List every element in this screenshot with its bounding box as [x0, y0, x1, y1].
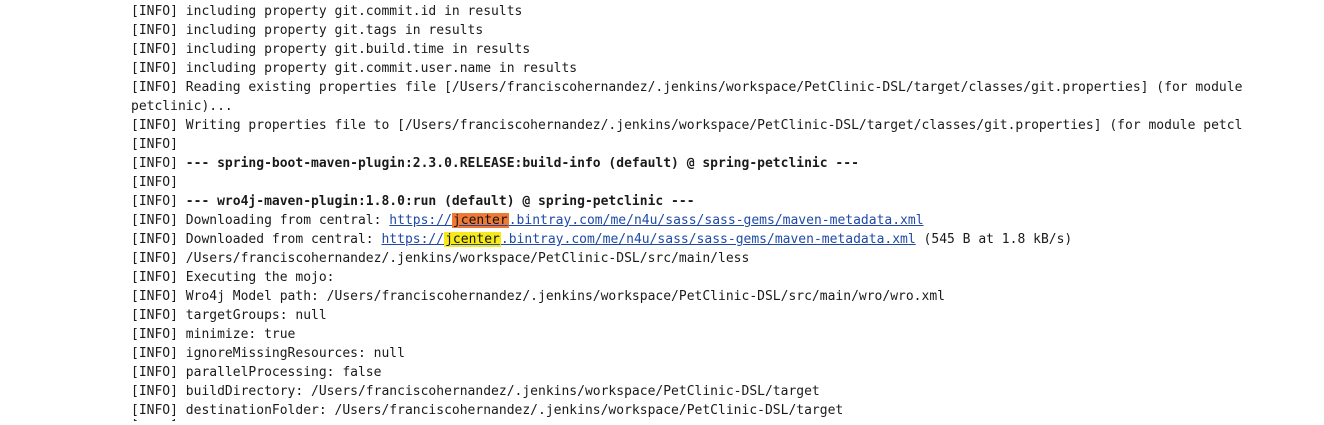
log-level-prefix: [INFO]	[131, 232, 186, 247]
log-line: [INFO] targetGroups: null	[131, 306, 1324, 325]
plugin-header: --- spring-boot-maven-plugin:2.3.0.RELEA…	[185, 156, 859, 171]
log-level-prefix: [INFO]	[131, 137, 186, 152]
log-line: [INFO] including property git.build.time…	[131, 40, 1324, 59]
log-line: [INFO] Wro4j Model path: /Users/francisc…	[131, 287, 1324, 306]
log-line: [INFO] --- spring-boot-maven-plugin:2.3.…	[131, 154, 1324, 173]
log-message: Downloading from central:	[185, 213, 390, 228]
log-level-prefix: [INFO]	[131, 308, 186, 323]
log-level-prefix: [INFO]	[131, 346, 186, 361]
log-level-prefix: [INFO]	[131, 289, 186, 304]
log-message: Reading existing properties file [/Users…	[185, 80, 1243, 95]
log-message-wrapped: petclinic)...	[131, 99, 233, 114]
maven-metadata-link[interactable]: https://jcenter.bintray.com/me/n4u/sass/…	[389, 213, 924, 228]
log-message: Executing the mojo:	[185, 270, 335, 285]
log-line: [INFO] minimize: true	[131, 325, 1324, 344]
log-message: buildDirectory: /Users/franciscohernande…	[185, 384, 820, 399]
log-line: [INFO] --- wro4j-maven-plugin:1.8.0:run …	[131, 192, 1324, 211]
log-line: [INFO] parallelProcessing: false	[131, 363, 1324, 382]
log-line: [INFO] Executing the mojo:	[131, 268, 1324, 287]
link-scheme: https://	[389, 213, 452, 228]
log-message: Downloaded from central:	[185, 232, 382, 247]
log-line: [INFO]	[131, 135, 1324, 154]
log-line: [INFO] Reading existing properties file …	[131, 78, 1324, 97]
log-level-prefix: [INFO]	[131, 80, 186, 95]
log-level-prefix: [INFO]	[131, 213, 186, 228]
log-line: [INFO] including property git.tags in re…	[131, 21, 1324, 40]
log-level-prefix: [INFO]	[131, 384, 186, 399]
log-line: [INFO] Writing properties file to [/User…	[131, 116, 1324, 135]
log-level-prefix: [INFO]	[131, 251, 186, 266]
link-scheme: https://	[381, 232, 445, 247]
log-level-prefix: [INFO]	[131, 194, 186, 209]
maven-metadata-link[interactable]: https://jcenter.bintray.com/me/n4u/sass/…	[381, 232, 916, 247]
log-line: [INFO] including property git.commit.use…	[131, 59, 1324, 78]
log-message: Writing properties file to [/Users/franc…	[185, 118, 1243, 133]
log-level-prefix: [INFO]	[131, 61, 186, 76]
console-output: [INFO] including property git.commit.id …	[131, 2, 1324, 420]
plugin-header: --- wro4j-maven-plugin:1.8.0:run (defaul…	[185, 194, 695, 209]
log-line: [INFO] ignoreMissingResources: null	[131, 344, 1324, 363]
log-message: destinationFolder: /Users/franciscoherna…	[185, 403, 844, 418]
log-level-prefix: [INFO]	[131, 327, 186, 342]
log-line-continuation: petclinic)...	[131, 97, 1324, 116]
log-message: targetGroups: null	[185, 308, 327, 323]
search-highlight: jcenter	[444, 232, 501, 247]
log-level-prefix: [INFO]	[131, 4, 186, 19]
log-line: [INFO]	[131, 173, 1324, 192]
log-line: [INFO] Downloading from central: https:/…	[131, 211, 1324, 230]
log-line: [INFO] Downloaded from central: https://…	[131, 230, 1324, 249]
log-message: Wro4j Model path: /Users/franciscohernan…	[185, 289, 945, 304]
log-level-prefix: [INFO]	[131, 365, 186, 380]
log-message: /Users/franciscohernandez/.jenkins/works…	[185, 251, 750, 266]
log-message: minimize: true	[185, 327, 296, 342]
log-message: including property git.commit.id in resu…	[185, 4, 523, 19]
log-message: including property git.build.time in res…	[185, 42, 531, 57]
log-line: [INFO] destinationFolder: /Users/francis…	[131, 401, 1324, 420]
log-level-prefix: [INFO]	[131, 270, 186, 285]
log-level-prefix: [INFO]	[131, 23, 186, 38]
link-path: .bintray.com/me/n4u/sass/sass-gems/maven…	[500, 232, 916, 247]
log-line: [INFO] including property git.commit.id …	[131, 2, 1324, 21]
link-path: .bintray.com/me/n4u/sass/sass-gems/maven…	[508, 213, 924, 228]
log-message-suffix: (545 B at 1.8 kB/s)	[915, 232, 1073, 247]
log-line: [INFO] /Users/franciscohernandez/.jenkin…	[131, 249, 1324, 268]
log-message: including property git.commit.user.name …	[185, 61, 578, 76]
log-message: parallelProcessing: false	[185, 365, 382, 380]
log-level-prefix: [INFO]	[131, 156, 186, 171]
log-message: including property git.tags in results	[185, 23, 484, 38]
log-level-prefix: [INFO]	[131, 42, 186, 57]
log-level-prefix: [INFO]	[131, 175, 186, 190]
log-line: [INFO] buildDirectory: /Users/franciscoh…	[131, 382, 1324, 401]
log-message: ignoreMissingResources: null	[185, 346, 405, 361]
console-cut-off-line: [INFO] ​	[131, 419, 1181, 425]
log-level-prefix: [INFO]	[131, 403, 186, 418]
search-highlight: jcenter	[451, 213, 509, 228]
log-level-prefix: [INFO]	[131, 118, 186, 133]
